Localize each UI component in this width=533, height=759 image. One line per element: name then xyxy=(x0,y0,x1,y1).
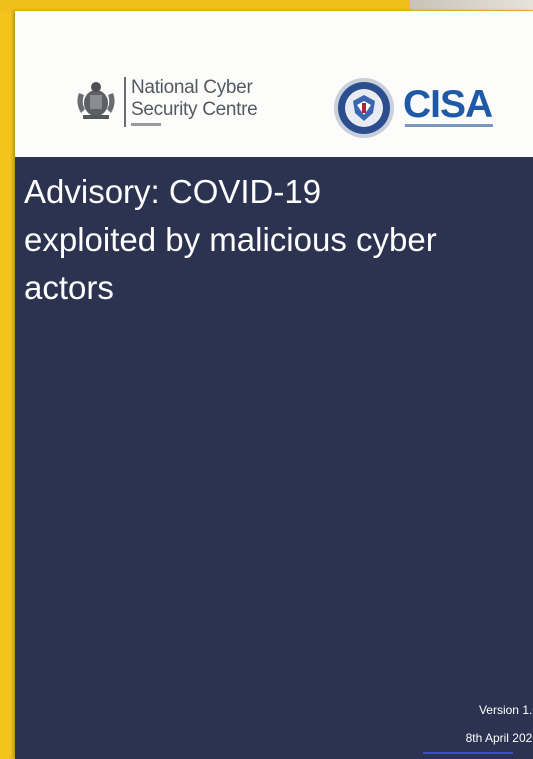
dhs-seal-icon xyxy=(334,78,394,138)
document-title: Advisory: COVID-19 exploited by maliciou… xyxy=(24,173,437,306)
document-frame: National Cyber Security Centre CISA Advi… xyxy=(0,0,533,759)
document-page: National Cyber Security Centre CISA Advi… xyxy=(15,11,533,759)
ncsc-subline xyxy=(131,123,161,126)
cisa-subline xyxy=(405,124,493,127)
royal-crest-icon xyxy=(77,82,115,119)
cisa-wordmark: CISA xyxy=(403,83,493,126)
date-underline xyxy=(423,752,513,754)
ncsc-divider xyxy=(124,77,126,127)
document-date: 8th April 2020 xyxy=(465,731,533,745)
top-strip-grey xyxy=(410,0,533,10)
document-version: Version 1.0 xyxy=(478,703,533,717)
ncsc-name-line1: National Cyber xyxy=(131,77,253,98)
ncsc-name-line2: Security Centre xyxy=(131,99,258,120)
logo-header: National Cyber Security Centre CISA xyxy=(15,11,533,157)
ncsc-logo: National Cyber Security Centre xyxy=(73,77,283,131)
